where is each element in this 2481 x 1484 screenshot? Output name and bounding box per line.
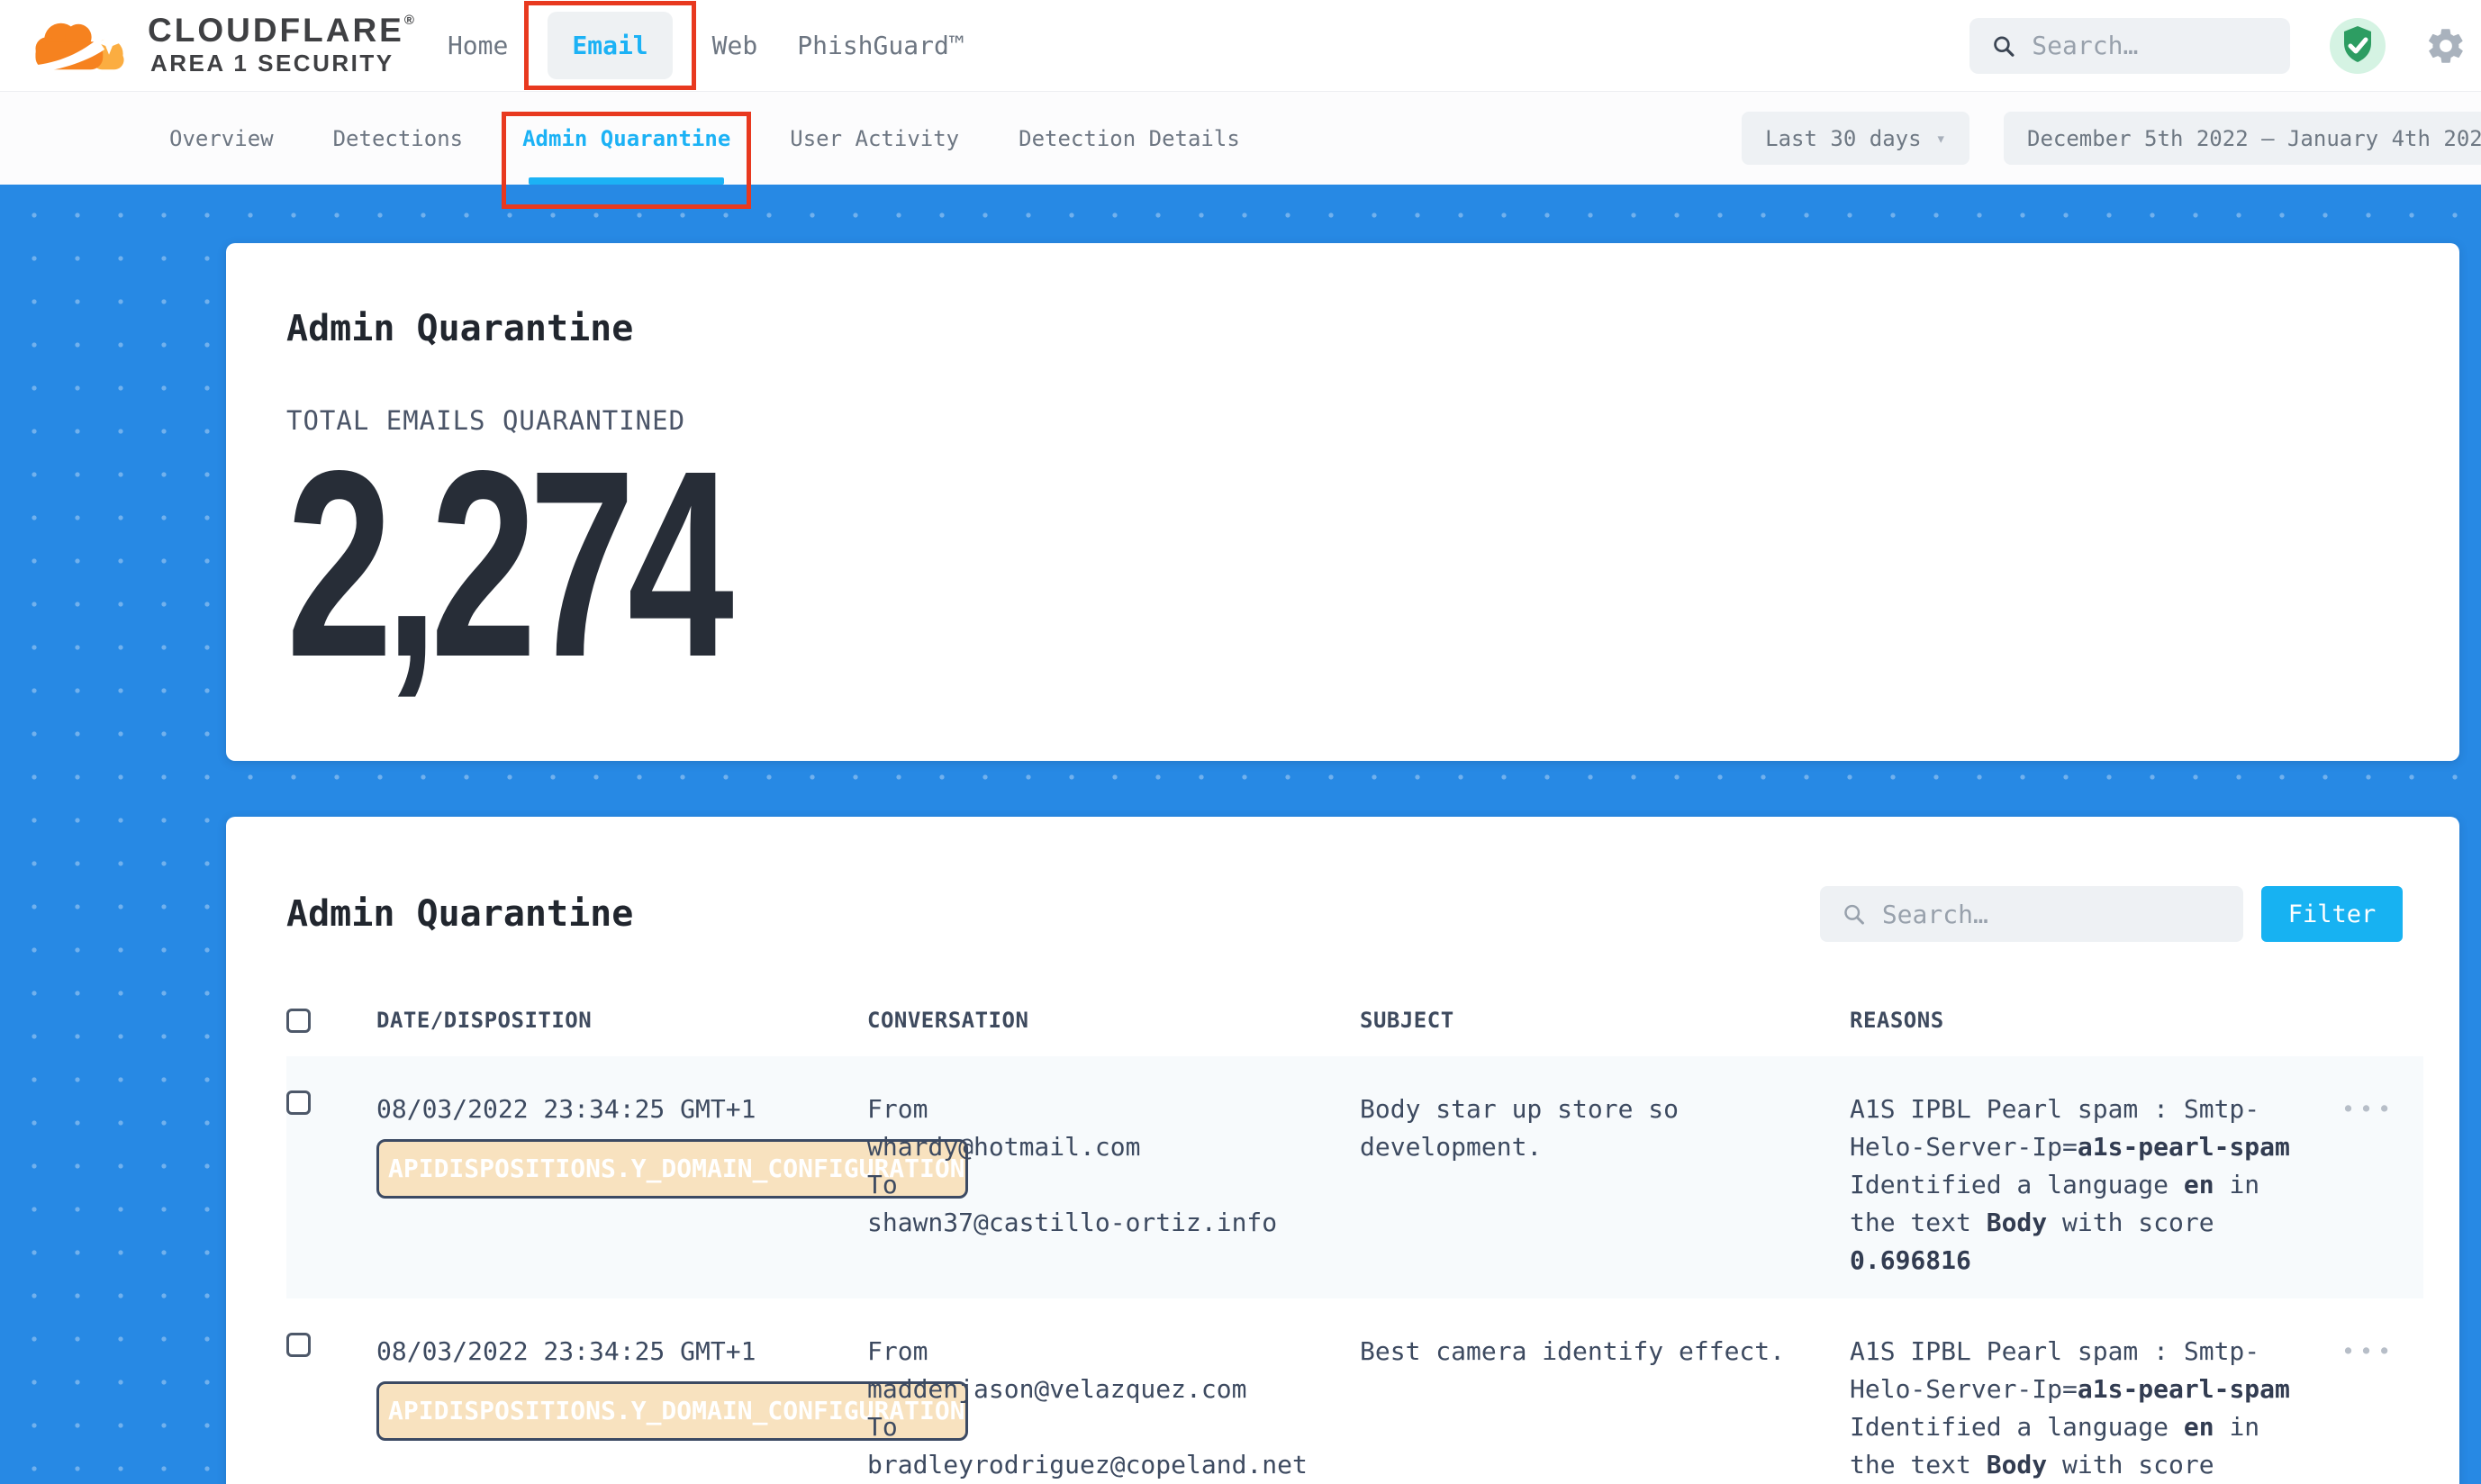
date-range-display[interactable]: December 5th 2022 — January 4th 2023 xyxy=(2004,112,2481,165)
header-actions xyxy=(1969,16,2467,76)
page-background: Admin Quarantine TOTAL EMAILS QUARANTINE… xyxy=(0,185,2481,1484)
tab-detections-label: Detections xyxy=(333,126,464,151)
to-address: shawn37@castillo-ortiz.info xyxy=(867,1204,1360,1242)
tab-detections[interactable]: Detections xyxy=(303,92,493,185)
gear-icon[interactable] xyxy=(2425,25,2467,67)
global-search-input[interactable] xyxy=(2032,31,2268,60)
cloudflare-logo: CLOUDFLARE® AREA 1 SECURITY xyxy=(27,14,417,78)
security-shield-check-icon[interactable] xyxy=(2328,16,2387,76)
metric-value: 2,274 xyxy=(286,456,2405,674)
from-address: maddenjason@velazquez.com xyxy=(867,1371,1360,1408)
nav-web[interactable]: Web xyxy=(712,31,758,60)
from-address: whardy@hotmail.com xyxy=(867,1128,1360,1166)
period-dropdown-label: Last 30 days xyxy=(1765,126,1921,151)
cloudflare-cloud-icon xyxy=(27,15,133,77)
table-search[interactable] xyxy=(1820,886,2243,942)
tab-user-activity[interactable]: User Activity xyxy=(760,92,989,185)
brand-subtitle: AREA 1 SECURITY xyxy=(148,50,417,77)
nav-email[interactable]: Email xyxy=(548,12,672,79)
tab-overview[interactable]: Overview xyxy=(140,92,303,185)
active-tab-underline xyxy=(529,177,724,185)
cell-date-disposition: 08/03/2022 23:34:25 GMT+1 APIDISPOSITION… xyxy=(376,1090,867,1199)
search-icon xyxy=(1991,32,2015,60)
summary-card: Admin Quarantine TOTAL EMAILS QUARANTINE… xyxy=(226,243,2459,761)
column-header-reasons: REASONS xyxy=(1850,1008,2341,1033)
tab-overview-label: Overview xyxy=(169,126,274,151)
cell-subject: Body star up store so development. xyxy=(1360,1090,1815,1166)
row-date: 08/03/2022 23:34:25 GMT+1 xyxy=(376,1090,867,1128)
primary-nav: Home Email Web PhishGuard™ xyxy=(448,12,964,79)
cell-conversation: From maddenjason@velazquez.com To bradle… xyxy=(867,1333,1360,1484)
tab-user-activity-label: User Activity xyxy=(790,126,959,151)
nav-phishguard[interactable]: PhishGuard™ xyxy=(797,31,964,60)
date-controls: Last 30 days ▾ December 5th 2022 — Janua… xyxy=(1742,92,2481,185)
brand-trademark: ® xyxy=(404,13,417,28)
row-date: 08/03/2022 23:34:25 GMT+1 xyxy=(376,1333,867,1371)
cell-conversation: From whardy@hotmail.com To shawn37@casti… xyxy=(867,1090,1360,1242)
table-header-row: DATE/DISPOSITION CONVERSATION SUBJECT RE… xyxy=(286,1008,2423,1056)
brand-wordmark: CLOUDFLARE xyxy=(148,12,404,49)
row-checkbox[interactable] xyxy=(286,1333,311,1357)
column-header-date-disposition: DATE/DISPOSITION xyxy=(376,1008,867,1033)
to-address: bradleyrodriguez@copeland.net xyxy=(867,1446,1360,1484)
date-range-text: December 5th 2022 — January 4th 2023 xyxy=(2027,126,2481,151)
select-all-checkbox[interactable] xyxy=(286,1009,311,1033)
row-checkbox[interactable] xyxy=(286,1090,311,1115)
brand-name: CLOUDFLARE® xyxy=(148,14,417,49)
global-search[interactable] xyxy=(1969,18,2290,74)
cell-reasons: A1S IPBL Pearl spam : Smtp-Helo-Server-I… xyxy=(1850,1333,2304,1484)
nav-home[interactable]: Home xyxy=(448,31,508,60)
period-dropdown[interactable]: Last 30 days ▾ xyxy=(1742,112,1969,165)
row-actions-ellipsis-icon[interactable]: ••• xyxy=(2341,1333,2395,1371)
table-row: 08/03/2022 23:34:25 GMT+1 APIDISPOSITION… xyxy=(286,1298,2423,1484)
tab-detection-details[interactable]: Detection Details xyxy=(989,92,1270,185)
top-header: CLOUDFLARE® AREA 1 SECURITY Home Email W… xyxy=(0,0,2481,92)
tab-detection-details-label: Detection Details xyxy=(1019,126,1240,151)
from-label: From xyxy=(867,1090,1360,1128)
to-label: To xyxy=(867,1408,1360,1446)
column-header-subject: SUBJECT xyxy=(1360,1008,1850,1033)
email-section-tabs: Overview Detections Admin Quarantine Use… xyxy=(0,92,2481,185)
from-label: From xyxy=(867,1333,1360,1371)
summary-card-title: Admin Quarantine xyxy=(286,308,2405,349)
quarantine-table-card: Admin Quarantine Filter DATE/DISPOSITION… xyxy=(226,817,2459,1484)
table-toolbar: Admin Quarantine Filter xyxy=(286,886,2423,942)
row-actions-ellipsis-icon[interactable]: ••• xyxy=(2341,1090,2395,1128)
to-label: To xyxy=(867,1166,1360,1204)
table-body: 08/03/2022 23:34:25 GMT+1 APIDISPOSITION… xyxy=(286,1056,2423,1484)
table-search-input[interactable] xyxy=(1882,900,2222,929)
tab-admin-quarantine[interactable]: Admin Quarantine xyxy=(493,92,760,185)
tab-admin-quarantine-label: Admin Quarantine xyxy=(522,126,730,151)
search-icon xyxy=(1842,900,1866,928)
table-row: 08/03/2022 23:34:25 GMT+1 APIDISPOSITION… xyxy=(286,1056,2423,1298)
cell-date-disposition: 08/03/2022 23:34:25 GMT+1 APIDISPOSITION… xyxy=(376,1333,867,1441)
column-header-conversation: CONVERSATION xyxy=(867,1008,1360,1033)
filter-button[interactable]: Filter xyxy=(2261,886,2403,942)
cell-reasons: A1S IPBL Pearl spam : Smtp-Helo-Server-I… xyxy=(1850,1090,2304,1280)
chevron-down-icon: ▾ xyxy=(1936,129,1946,149)
table-card-title: Admin Quarantine xyxy=(286,893,633,935)
cell-subject: Best camera identify effect. xyxy=(1360,1333,1815,1371)
